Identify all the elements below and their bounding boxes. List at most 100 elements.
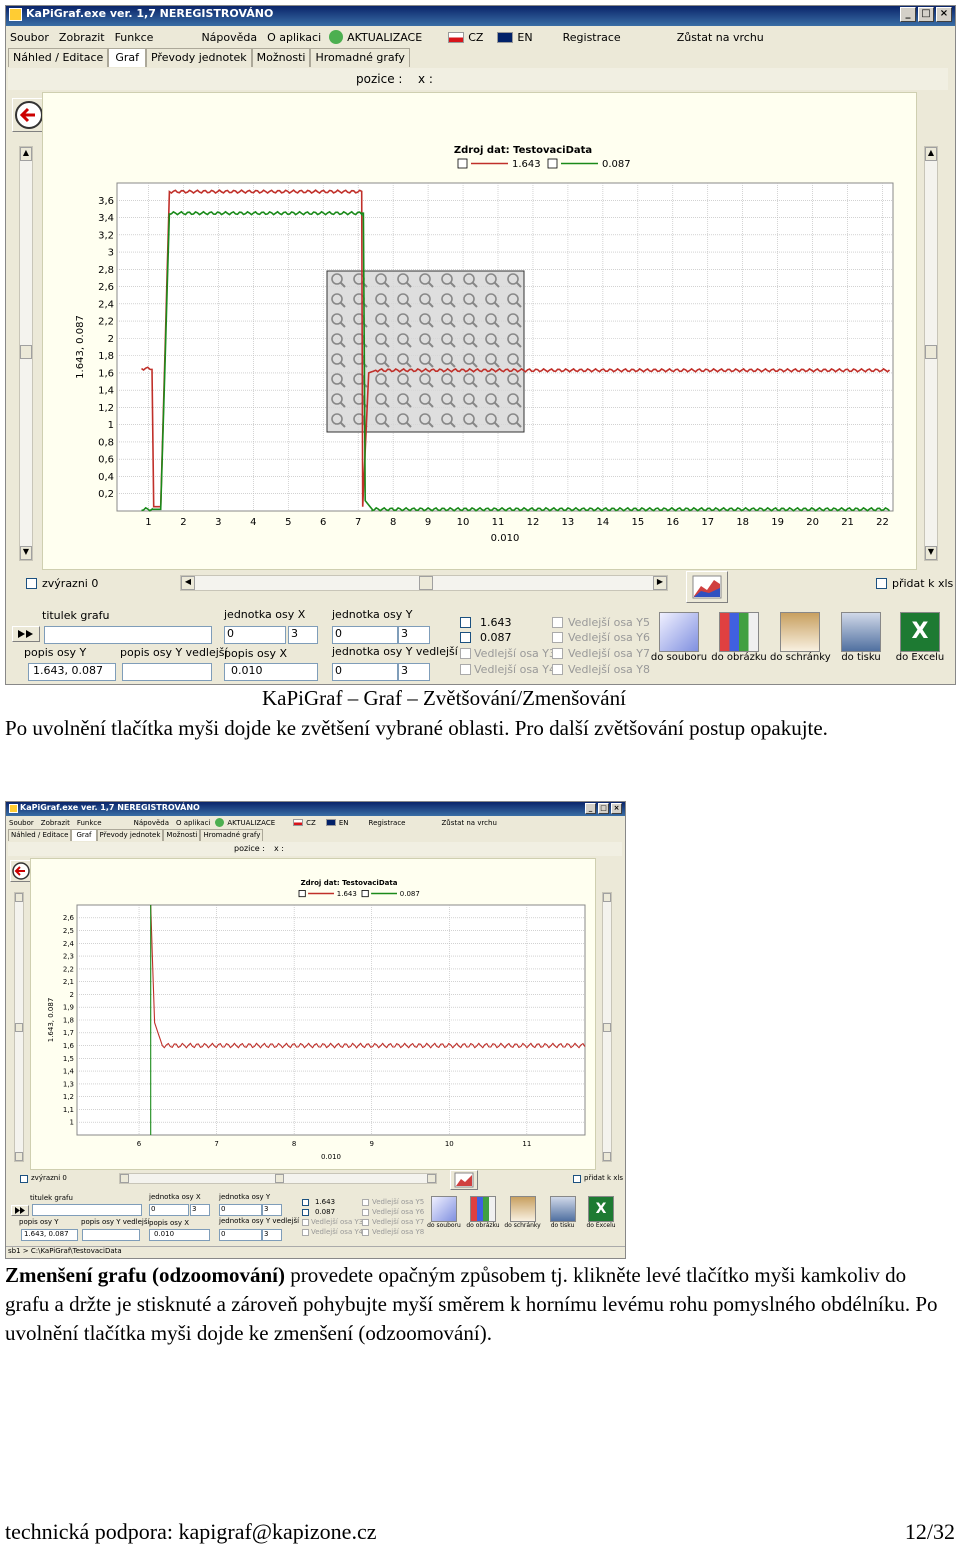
aux-y8-checkbox[interactable]: [552, 664, 563, 675]
export-image-button[interactable]: do obrázku: [710, 612, 768, 663]
chart-area[interactable]: 1 1,1 1,2 1,3 1,4 1,5 1,6 1,7 1,8 1,9 2 2,1 2,2 2,3 2,…: [30, 858, 596, 1170]
menu-registrace[interactable]: Registrace: [563, 31, 621, 44]
scroll-thumb[interactable]: [925, 345, 937, 359]
tab-nahled-editace[interactable]: Náhled / Editace: [8, 829, 72, 841]
scroll-right-button[interactable]: [427, 1174, 436, 1183]
chart-type-button[interactable]: [450, 1170, 478, 1190]
desc-y2-input[interactable]: [82, 1229, 140, 1241]
horizontal-scrollbar[interactable]: [119, 1173, 437, 1184]
chart-type-button[interactable]: [686, 571, 728, 603]
menu-registrace[interactable]: Registrace: [369, 819, 406, 827]
unit-y2-input[interactable]: 0: [332, 663, 398, 681]
left-vertical-scrollbar[interactable]: [14, 892, 24, 1162]
scroll-down-button[interactable]: ▼: [925, 546, 937, 560]
export-file-button[interactable]: do souboru: [425, 1196, 463, 1229]
zoom-zero-checkbox[interactable]: [26, 578, 37, 589]
export-print-button[interactable]: do tisku: [545, 1196, 580, 1229]
zoom-zero-checkbox[interactable]: [20, 1175, 28, 1183]
scroll-thumb[interactable]: [20, 345, 32, 359]
unit-y-input[interactable]: 0: [219, 1204, 262, 1216]
back-button[interactable]: [10, 860, 32, 882]
menu-funkce[interactable]: Funkce: [115, 31, 154, 44]
expand-button[interactable]: [11, 1205, 29, 1216]
scroll-thumb[interactable]: [419, 576, 433, 590]
export-image-button[interactable]: do obrázku: [464, 1196, 502, 1229]
close-button[interactable]: ×: [936, 7, 952, 22]
menu-cz[interactable]: CZ: [468, 31, 483, 44]
series-1-checkbox[interactable]: [460, 617, 471, 628]
desc-y2-input[interactable]: [122, 663, 212, 681]
scroll-thumb[interactable]: [15, 1023, 23, 1032]
unit-y2-decimals[interactable]: 3: [262, 1229, 282, 1241]
minimize-button[interactable]: _: [900, 7, 916, 22]
scroll-thumb[interactable]: [275, 1174, 284, 1183]
menu-en[interactable]: EN: [339, 819, 349, 827]
desc-x-input[interactable]: 0.010: [224, 663, 318, 681]
series-y3-checkbox[interactable]: [460, 648, 471, 659]
chart-svg[interactable]: 0,2 0,4 0,6 0,8 1 1,2 1,4 1,6 1,8 2 2,2 2,4 2,6 2,8 3 3…: [43, 93, 918, 571]
menu-napoveda[interactable]: Nápověda: [134, 819, 169, 827]
aux-y6-checkbox[interactable]: [552, 632, 563, 643]
export-excel-button[interactable]: X do Excelu: [583, 1196, 619, 1229]
series-1-checkbox[interactable]: [302, 1199, 309, 1206]
chart-title-input[interactable]: [44, 626, 212, 644]
chart-area[interactable]: 0,2 0,4 0,6 0,8 1 1,2 1,4 1,6 1,8 2 2,2 2,4 2,6 2,8 3 3…: [42, 92, 917, 570]
add-xls-checkbox[interactable]: [573, 1175, 581, 1183]
menu-zobrazit[interactable]: Zobrazit: [41, 819, 70, 827]
menu-zustat-na-vrchu[interactable]: Zůstat na vrchu: [441, 819, 496, 827]
close-button[interactable]: ×: [611, 803, 622, 814]
scroll-up-button[interactable]: [15, 893, 23, 902]
tab-graf[interactable]: Graf: [71, 829, 97, 841]
tab-nahled-editace[interactable]: Náhled / Editace: [8, 48, 109, 67]
series-y3-checkbox[interactable]: [302, 1219, 309, 1226]
scroll-down-button[interactable]: ▼: [20, 546, 32, 560]
aux-y7-checkbox[interactable]: [362, 1219, 369, 1226]
unit-x-input[interactable]: 0: [149, 1204, 189, 1216]
scroll-up-button[interactable]: ▲: [20, 147, 32, 161]
right-vertical-scrollbar[interactable]: [602, 892, 612, 1162]
expand-button[interactable]: [12, 626, 40, 642]
menu-soubor[interactable]: Soubor: [10, 31, 49, 44]
aux-y7-checkbox[interactable]: [552, 648, 563, 659]
maximize-button[interactable]: □: [598, 803, 609, 814]
scroll-up-button[interactable]: [603, 893, 611, 902]
tab-moznosti[interactable]: Možnosti: [163, 829, 201, 841]
maximize-button[interactable]: □: [918, 7, 934, 22]
left-vertical-scrollbar[interactable]: ▲ ▼: [19, 146, 33, 561]
desc-y-input[interactable]: 1.643, 0.087: [21, 1229, 78, 1241]
unit-y-decimals[interactable]: 3: [262, 1204, 282, 1216]
export-clipboard-button[interactable]: do schránky: [770, 612, 831, 663]
unit-y-decimals[interactable]: 3: [398, 626, 430, 644]
unit-x-decimals[interactable]: 3: [190, 1204, 210, 1216]
menu-soubor[interactable]: Soubor: [9, 819, 34, 827]
unit-y2-decimals[interactable]: 3: [398, 663, 430, 681]
export-clipboard-button[interactable]: do schránky: [503, 1196, 542, 1229]
right-vertical-scrollbar[interactable]: ▲ ▼: [924, 146, 938, 561]
unit-y2-input[interactable]: 0: [219, 1229, 262, 1241]
unit-y-input[interactable]: 0: [332, 626, 398, 644]
scroll-down-button[interactable]: [15, 1152, 23, 1161]
series-2-checkbox[interactable]: [460, 632, 471, 643]
aux-y5-checkbox[interactable]: [552, 617, 563, 628]
export-print-button[interactable]: do tisku: [834, 612, 888, 663]
scroll-left-button[interactable]: ◀: [181, 576, 195, 590]
export-excel-button[interactable]: X do Excelu: [892, 612, 948, 663]
scroll-left-button[interactable]: [120, 1174, 129, 1183]
add-xls-checkbox[interactable]: [876, 578, 887, 589]
menu-cz[interactable]: CZ: [306, 819, 316, 827]
horizontal-scrollbar[interactable]: ◀ ▶: [180, 575, 668, 591]
tab-moznosti[interactable]: Možnosti: [251, 48, 311, 67]
menu-o-aplikaci[interactable]: O aplikaci: [176, 819, 210, 827]
scroll-thumb[interactable]: [603, 1023, 611, 1032]
scroll-up-button[interactable]: ▲: [925, 147, 937, 161]
menu-o-aplikaci[interactable]: O aplikaci: [267, 31, 321, 44]
scroll-right-button[interactable]: ▶: [653, 576, 667, 590]
series-y4-checkbox[interactable]: [460, 664, 471, 675]
export-file-button[interactable]: do souboru: [650, 612, 708, 663]
series-y4-checkbox[interactable]: [302, 1229, 309, 1236]
menu-en[interactable]: EN: [517, 31, 532, 44]
aux-y6-checkbox[interactable]: [362, 1209, 369, 1216]
series-2-checkbox[interactable]: [302, 1209, 309, 1216]
tab-graf[interactable]: Graf: [108, 48, 146, 67]
scroll-down-button[interactable]: [603, 1152, 611, 1161]
